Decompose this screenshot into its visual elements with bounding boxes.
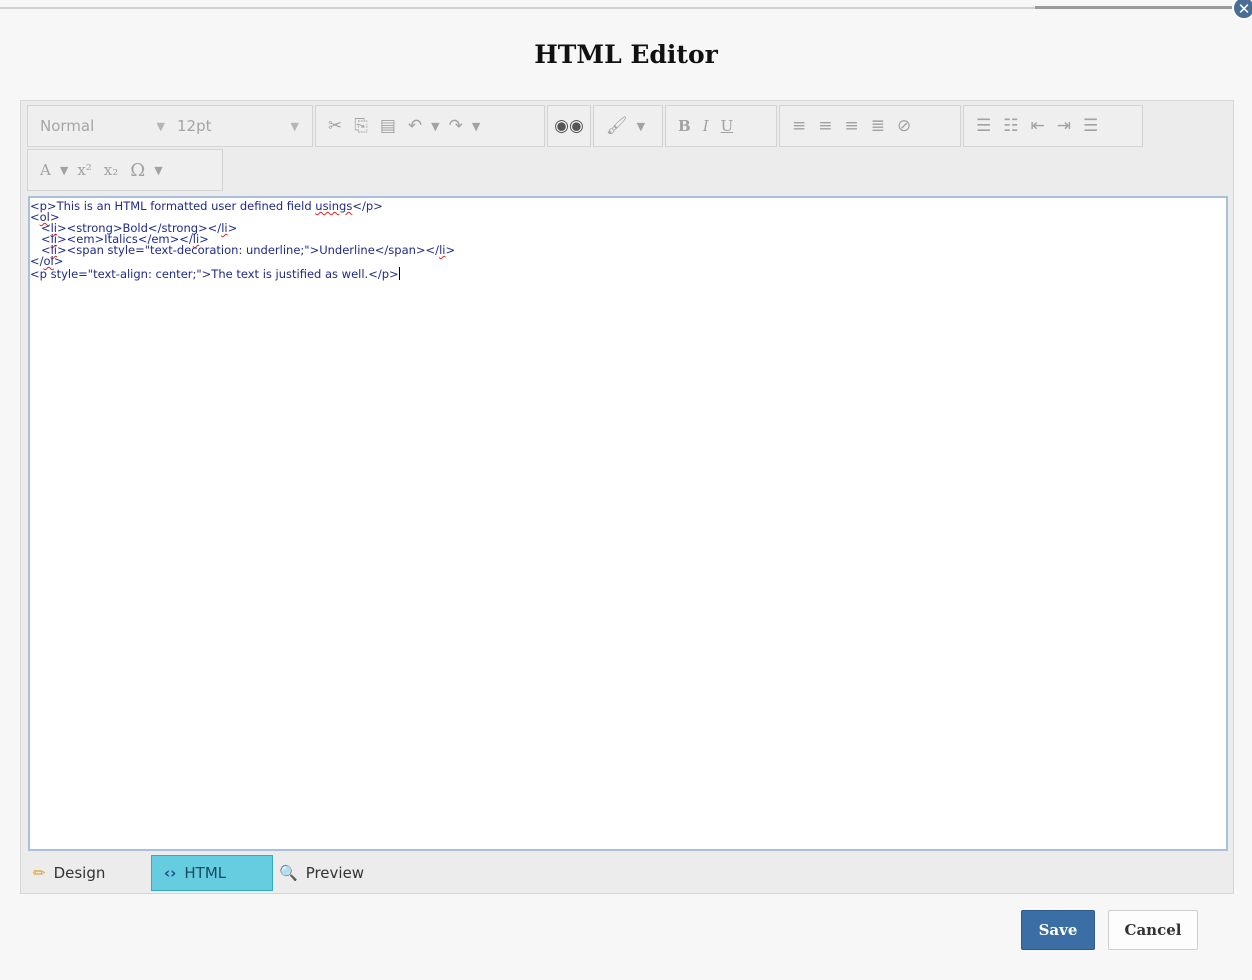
undo-icon[interactable]: ↶ [402, 116, 428, 136]
save-button[interactable]: Save [1021, 910, 1095, 950]
alignment-group: ≡ ≡ ≡ ≣ ⊘ [779, 105, 961, 147]
chevron-down-icon[interactable]: ▼ [428, 120, 442, 133]
pencil-icon: ✏ [33, 864, 46, 882]
code-line: <p style="text-align: center;">The text … [30, 267, 400, 281]
chevron-down-icon[interactable]: ▼ [469, 120, 483, 133]
code-icon: ‹› [164, 864, 177, 882]
dialog-top-border [0, 0, 1252, 9]
font-extras-group: A ▼ x² x₂ Ω ▼ [27, 149, 223, 191]
font-color-button[interactable]: A [34, 161, 57, 179]
symbol-button[interactable]: Ω [124, 160, 151, 181]
chevron-down-icon[interactable]: ▼ [634, 120, 648, 133]
underline-button[interactable]: U [715, 117, 740, 135]
unordered-list-icon[interactable]: ☷ [997, 116, 1024, 136]
outdent-icon[interactable]: ⇤ [1025, 116, 1051, 136]
scissors-icon[interactable]: ✂ [322, 116, 348, 136]
align-center-icon[interactable]: ≡ [812, 116, 838, 136]
toolbar-row-2: A ▼ x² x₂ Ω ▼ [27, 149, 225, 191]
code-line: </ol> [30, 254, 64, 268]
clear-format-icon[interactable]: ⊘ [891, 116, 917, 136]
chevron-down-icon: ▼ [290, 119, 299, 133]
paragraph-format-select[interactable]: Normal ▼ [40, 117, 165, 135]
format-size-group: Normal ▼ 12pt ▼ [27, 105, 313, 147]
magnifier-icon: 🔍 [279, 864, 298, 882]
bold-button[interactable]: B [672, 117, 697, 135]
indent-icon[interactable]: ⇥ [1051, 116, 1077, 136]
align-left-icon[interactable]: ≡ [786, 116, 812, 136]
top-border-accent [1035, 6, 1235, 9]
code-line: <p>This is an HTML formatted user define… [30, 199, 383, 213]
ordered-list-icon[interactable]: ☰ [970, 116, 997, 136]
list-group: ☰ ☷ ⇤ ⇥ ☰ [963, 105, 1143, 147]
html-editor: Normal ▼ 12pt ▼ ✂ ⎘ ▤ ↶ ▼ ↷ ▼ ◉◉ 🖌 ▼ B I… [20, 100, 1234, 894]
italic-button[interactable]: I [697, 117, 715, 135]
subscript-button[interactable]: x₂ [98, 161, 124, 179]
find-group: ◉◉ [547, 105, 591, 147]
close-icon[interactable]: ✕ [1232, 0, 1252, 20]
text-caret [398, 267, 400, 280]
binoculars-icon[interactable]: ◉◉ [548, 116, 590, 136]
code-line: <li><strong>Bold</strong></li> [30, 221, 238, 235]
toolbar-row-1: Normal ▼ 12pt ▼ ✂ ⎘ ▤ ↶ ▼ ↷ ▼ ◉◉ 🖌 ▼ B I… [27, 105, 1145, 147]
dialog-title: HTML Editor [534, 40, 718, 69]
clipboard-group: ✂ ⎘ ▤ ↶ ▼ ↷ ▼ [315, 105, 545, 147]
chevron-down-icon[interactable]: ▼ [151, 164, 165, 177]
justify-icon[interactable]: ≣ [865, 116, 891, 136]
redo-icon[interactable]: ↷ [443, 116, 469, 136]
html-mode-tab[interactable]: ‹› HTML [151, 855, 273, 891]
paste-icon[interactable]: ▤ [374, 116, 402, 136]
chevron-down-icon[interactable]: ▼ [57, 164, 71, 177]
text-style-group: B I U [665, 105, 777, 147]
copy-icon[interactable]: ⎘ [348, 116, 374, 136]
brush-icon[interactable]: 🖌 [600, 116, 634, 136]
editor-mode-bar: ✏ Design ‹› HTML 🔍 Preview [21, 853, 1233, 893]
code-line: <li><span style="text-decoration: underl… [30, 243, 456, 257]
font-size-value: 12pt [177, 117, 212, 135]
preview-mode-tab[interactable]: 🔍 Preview [279, 855, 364, 891]
superscript-button[interactable]: x² [71, 161, 97, 179]
cancel-button[interactable]: Cancel [1108, 910, 1198, 950]
align-right-icon[interactable]: ≡ [839, 116, 865, 136]
design-mode-tab[interactable]: ✏ Design [33, 855, 105, 891]
horizontal-rule-icon[interactable]: ☰ [1077, 116, 1104, 136]
html-code-textarea[interactable]: <p>This is an HTML formatted user define… [28, 196, 1228, 851]
chevron-down-icon: ▼ [156, 119, 165, 133]
font-size-select[interactable]: 12pt ▼ [177, 117, 299, 135]
paragraph-format-value: Normal [40, 117, 95, 135]
format-painter-group: 🖌 ▼ [593, 105, 663, 147]
